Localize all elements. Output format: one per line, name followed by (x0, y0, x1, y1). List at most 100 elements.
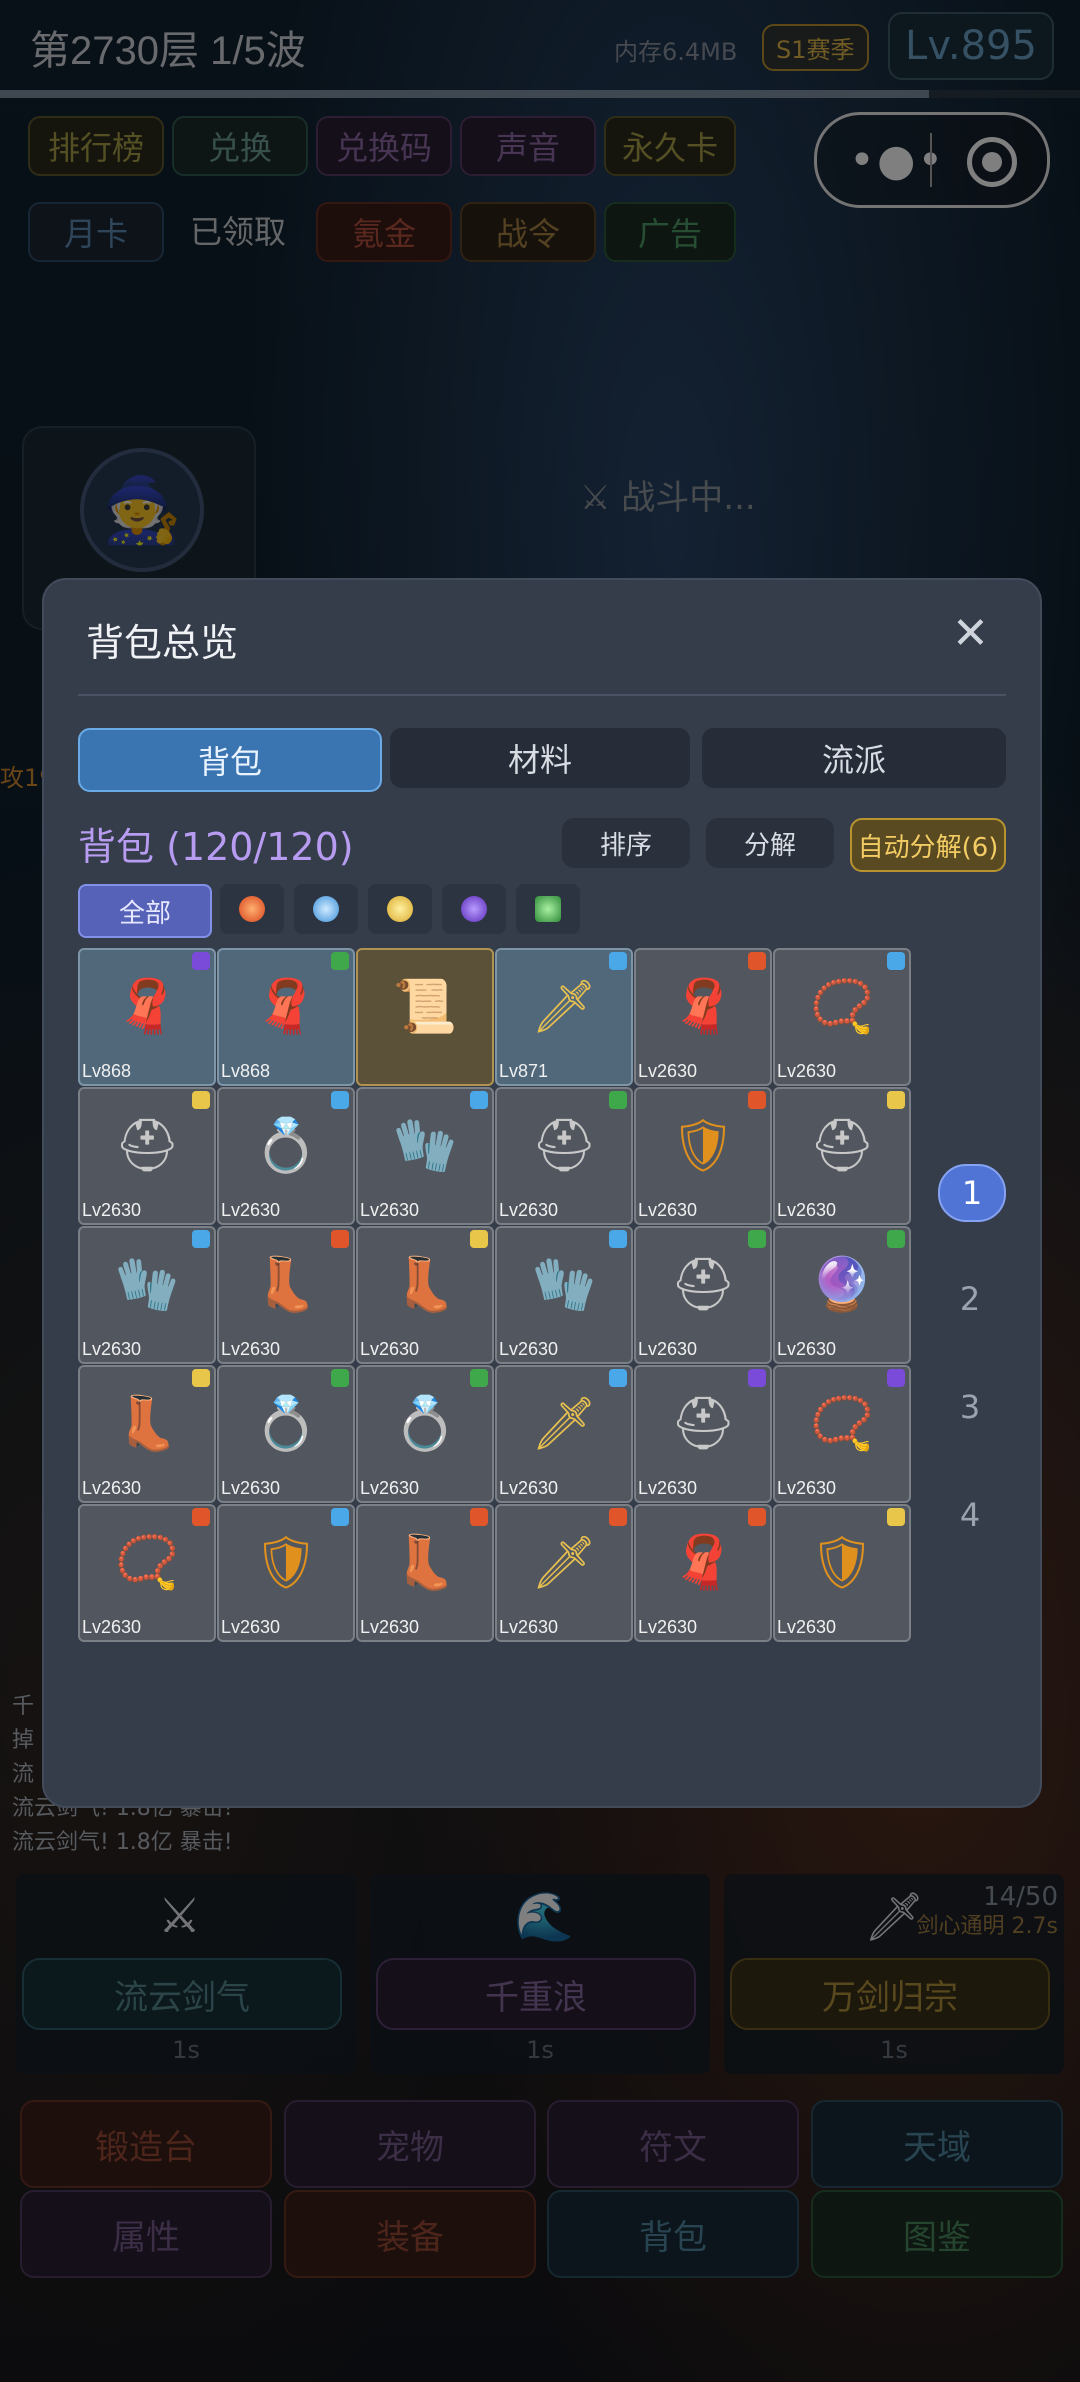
tab-schools[interactable]: 流派 (702, 728, 1006, 788)
inventory-slot[interactable]: 🔮 Lv2630 (773, 1226, 911, 1364)
inventory-slot[interactable]: 📿 Lv2630 (773, 1365, 911, 1503)
inventory-slot[interactable]: 💍 Lv2630 (217, 1087, 355, 1225)
inventory-slot[interactable]: 🧣 Lv2630 (634, 948, 772, 1086)
item-level: Lv2630 (360, 1478, 420, 1498)
inventory-slot[interactable]: 👢 Lv2630 (356, 1226, 494, 1364)
modal-title: 背包总览 (86, 621, 239, 665)
inventory-slot[interactable]: 🧤 Lv2630 (356, 1087, 494, 1225)
item-level: Lv2630 (360, 1339, 420, 1359)
ring-icon: 💍 (253, 1394, 319, 1454)
item-level: Lv2630 (638, 1478, 698, 1498)
nature-element-badge-icon (331, 1369, 349, 1387)
inventory-slot[interactable]: 🧤 Lv2630 (78, 1226, 216, 1364)
filter-fire[interactable] (220, 884, 284, 934)
fire-element-badge-icon (192, 1508, 210, 1526)
sword-icon: 🗡 (530, 1533, 597, 1593)
inventory-slot[interactable]: ⛑ Lv2630 (634, 1365, 772, 1503)
boots-icon: 👢 (114, 1394, 180, 1454)
item-level: Lv2630 (82, 1478, 142, 1498)
filter-nature[interactable] (516, 884, 580, 934)
page-4[interactable]: 4 (938, 1488, 1002, 1542)
item-level: Lv2630 (777, 1200, 837, 1220)
inventory-slot[interactable]: 💍 Lv2630 (356, 1365, 494, 1503)
inventory-slot[interactable]: ⛑ Lv2630 (634, 1226, 772, 1364)
boots-icon: 👢 (253, 1255, 319, 1315)
page-2[interactable]: 2 (938, 1272, 1002, 1326)
auto-decompose-button[interactable]: 自动分解(6) (850, 818, 1006, 872)
modal-divider (78, 694, 1006, 696)
nature-element-badge-icon (609, 1091, 627, 1109)
inventory-slot[interactable]: 🧣 Lv868 (217, 948, 355, 1086)
dark-element-icon (461, 896, 487, 922)
inventory-slot[interactable]: 💍 Lv2630 (217, 1365, 355, 1503)
nature-element-icon (535, 896, 561, 922)
inventory-slot[interactable]: ⛑ Lv2630 (495, 1087, 633, 1225)
ring-icon: 💍 (392, 1394, 458, 1454)
inventory-slot[interactable]: 🧣 Lv868 (78, 948, 216, 1086)
lightning-element-icon (387, 896, 413, 922)
item-level: Lv2630 (499, 1339, 559, 1359)
ice-element-badge-icon (470, 1091, 488, 1109)
inventory-slot[interactable]: 🛡 Lv2630 (773, 1504, 911, 1642)
decompose-button[interactable]: 分解 (706, 818, 834, 868)
inventory-slot[interactable]: 🧣 Lv2630 (634, 1504, 772, 1642)
armor-icon: 🛡 (252, 1533, 319, 1593)
item-level: Lv2630 (221, 1478, 281, 1498)
sort-button[interactable]: 排序 (562, 818, 690, 868)
inventory-slot[interactable]: 👢 Lv2630 (356, 1504, 494, 1642)
inventory-slot[interactable]: 👢 Lv2630 (217, 1226, 355, 1364)
ice-element-badge-icon (192, 1230, 210, 1248)
item-level: Lv2630 (638, 1061, 698, 1081)
inventory-slot[interactable]: 📜 (356, 948, 494, 1086)
filter-lightning[interactable] (368, 884, 432, 934)
item-level: Lv2630 (499, 1617, 559, 1637)
fire-element-badge-icon (331, 1230, 349, 1248)
tab-materials[interactable]: 材料 (390, 728, 690, 788)
page-3[interactable]: 3 (938, 1380, 1002, 1434)
item-level: Lv871 (499, 1061, 549, 1081)
filter-ice[interactable] (294, 884, 358, 934)
inventory-slot[interactable]: 📿 Lv2630 (78, 1504, 216, 1642)
inventory-slot[interactable]: 🗡 Lv2630 (495, 1365, 633, 1503)
inventory-slot[interactable]: 🛡 Lv2630 (634, 1087, 772, 1225)
amulet-icon: 📿 (114, 1533, 180, 1593)
page-1[interactable]: 1 (938, 1164, 1006, 1222)
filter-all[interactable]: 全部 (78, 884, 212, 938)
item-level: Lv2630 (777, 1617, 837, 1637)
fire-element-badge-icon (609, 1508, 627, 1526)
inventory-slot[interactable]: ⛑ Lv2630 (773, 1087, 911, 1225)
inventory-slot[interactable]: 👢 Lv2630 (78, 1365, 216, 1503)
ring-icon: 💍 (253, 1116, 319, 1176)
amulet-icon: 📿 (809, 977, 875, 1037)
fire-element-badge-icon (470, 1508, 488, 1526)
inventory-slot[interactable]: 🗡 Lv871 (495, 948, 633, 1086)
sword-icon: 🗡 (530, 977, 597, 1037)
boots-icon: 👢 (392, 1533, 458, 1593)
close-icon[interactable]: ✕ (952, 608, 989, 659)
item-level: Lv2630 (221, 1200, 281, 1220)
crystal-icon: 🔮 (809, 1255, 875, 1315)
ice-element-badge-icon (609, 1230, 627, 1248)
item-level: Lv2630 (82, 1339, 142, 1359)
armor-icon: 🛡 (669, 1116, 736, 1176)
inventory-slot[interactable]: ⛑ Lv2630 (78, 1087, 216, 1225)
gauntlet-icon: 🧤 (531, 1255, 597, 1315)
helmet-icon: ⛑ (808, 1116, 875, 1176)
dark-element-badge-icon (192, 952, 210, 970)
tab-backpack[interactable]: 背包 (78, 728, 382, 792)
boots-icon: 👢 (392, 1255, 458, 1315)
filter-dark[interactable] (442, 884, 506, 934)
inventory-slot[interactable]: 🧤 Lv2630 (495, 1226, 633, 1364)
ice-element-badge-icon (609, 1369, 627, 1387)
item-level: Lv2630 (777, 1061, 837, 1081)
nature-element-badge-icon (470, 1369, 488, 1387)
item-level: Lv2630 (221, 1339, 281, 1359)
armor-icon: 🛡 (808, 1533, 875, 1593)
lightning-element-badge-icon (192, 1369, 210, 1387)
item-level: Lv2630 (777, 1339, 837, 1359)
inventory-slot[interactable]: 🛡 Lv2630 (217, 1504, 355, 1642)
inventory-slot[interactable]: 🗡 Lv2630 (495, 1504, 633, 1642)
fire-element-badge-icon (748, 1091, 766, 1109)
item-level: Lv2630 (82, 1617, 142, 1637)
inventory-slot[interactable]: 📿 Lv2630 (773, 948, 911, 1086)
